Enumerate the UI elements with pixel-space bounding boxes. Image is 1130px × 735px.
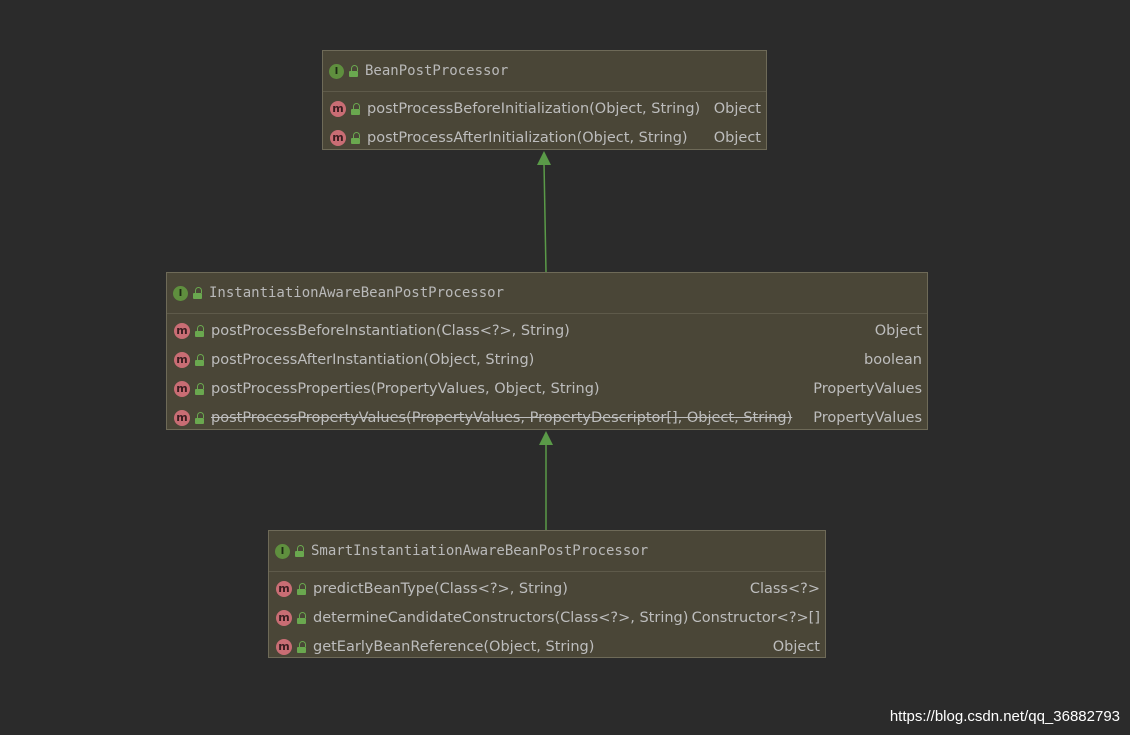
method-row[interactable]: m postProcessProperties(PropertyValues, O… <box>167 374 927 403</box>
method-signature: postProcessBeforeInitialization(Object, … <box>367 100 701 117</box>
public-lock-icon <box>195 353 205 366</box>
method-signature: postProcessAfterInstantiation(Object, St… <box>211 351 535 368</box>
method-icon: m <box>174 351 190 368</box>
arrow-head <box>539 431 553 445</box>
method-icon: m <box>276 638 292 655</box>
watermark-text: https://blog.csdn.net/qq_36882793 <box>889 708 1120 725</box>
uml-box-header: I BeanPostProcessor <box>323 51 766 92</box>
method-return-type: Object <box>874 322 922 339</box>
public-lock-icon <box>193 287 203 299</box>
method-row[interactable]: m postProcessAfterInitialization(Object, … <box>323 123 766 152</box>
method-signature: postProcessBeforeInstantiation(Class<?>,… <box>211 322 570 339</box>
interface-icon: I <box>173 285 188 301</box>
method-icon: m <box>174 409 190 426</box>
method-icon: m <box>330 100 346 117</box>
method-return-type: boolean <box>864 351 922 368</box>
uml-box-instantiation-aware-bean-post-processor[interactable]: I InstantiationAwareBeanPostProcessor m pos… <box>166 272 928 430</box>
uml-box-header: I SmartInstantiationAwareBeanPostProcesso… <box>269 531 825 572</box>
public-lock-icon <box>195 324 205 337</box>
method-row[interactable]: m determineCandidateConstructors(Class<?>… <box>269 603 825 632</box>
method-list: m postProcessBeforeInstantiation(Class<?>… <box>167 314 927 432</box>
uml-box-title: BeanPostProcessor <box>365 63 509 79</box>
method-signature: getEarlyBeanReference(Object, String) <box>313 638 595 655</box>
public-lock-icon <box>195 411 205 424</box>
method-icon: m <box>330 129 346 146</box>
method-return-type: Object <box>713 129 761 146</box>
method-return-type: Object <box>772 638 820 655</box>
method-row[interactable]: m getEarlyBeanReference(Object, String) Ob… <box>269 632 825 661</box>
method-icon: m <box>174 380 190 397</box>
public-lock-icon <box>195 382 205 395</box>
uml-box-smart-instantiation-aware-bean-post-processor[interactable]: I SmartInstantiationAwareBeanPostProcesso… <box>268 530 826 658</box>
method-signature: postProcessAfterInitialization(Object, S… <box>367 129 688 146</box>
method-list: m predictBeanType(Class<?>, String) Class<… <box>269 572 825 661</box>
method-row[interactable]: m postProcessAfterInstantiation(Object, S… <box>167 345 927 374</box>
method-list: m postProcessBeforeInitialization(Object,… <box>323 92 766 152</box>
public-lock-icon <box>297 582 307 595</box>
public-lock-icon <box>351 131 361 144</box>
method-return-type: PropertyValues <box>813 409 922 426</box>
uml-box-title: InstantiationAwareBeanPostProcessor <box>209 285 505 301</box>
method-signature: postProcessPropertyValues(PropertyValues… <box>211 409 793 426</box>
interface-icon: I <box>329 63 344 79</box>
method-return-type: Constructor<?>[] <box>691 609 820 626</box>
method-icon: m <box>174 322 190 339</box>
method-row[interactable]: m predictBeanType(Class<?>, String) Class<… <box>269 574 825 603</box>
method-signature: determineCandidateConstructors(Class<?>,… <box>313 609 688 626</box>
method-row[interactable]: m postProcessPropertyValues(PropertyValue… <box>167 403 927 432</box>
arrow-line <box>543 162 547 273</box>
public-lock-icon <box>349 65 359 77</box>
method-return-type: Class<?> <box>749 580 820 597</box>
public-lock-icon <box>295 545 305 557</box>
inheritance-arrow <box>537 151 551 273</box>
method-signature: postProcessProperties(PropertyValues, Ob… <box>211 380 600 397</box>
arrow-head <box>537 151 551 165</box>
method-icon: m <box>276 580 292 597</box>
uml-box-title: SmartInstantiationAwareBeanPostProcessor <box>311 543 649 559</box>
public-lock-icon <box>297 611 307 624</box>
interface-icon: I <box>275 543 290 559</box>
method-row[interactable]: m postProcessBeforeInstantiation(Class<?>… <box>167 316 927 345</box>
method-signature: predictBeanType(Class<?>, String) <box>313 580 568 597</box>
method-row[interactable]: m postProcessBeforeInitialization(Object,… <box>323 94 766 123</box>
uml-box-header: I InstantiationAwareBeanPostProcessor <box>167 273 927 314</box>
uml-box-bean-post-processor[interactable]: I BeanPostProcessor m postProcessBeforeInit… <box>322 50 767 150</box>
method-icon: m <box>276 609 292 626</box>
public-lock-icon <box>297 640 307 653</box>
method-return-type: Object <box>713 100 761 117</box>
method-return-type: PropertyValues <box>813 380 922 397</box>
public-lock-icon <box>351 102 361 115</box>
inheritance-arrow <box>539 431 553 530</box>
